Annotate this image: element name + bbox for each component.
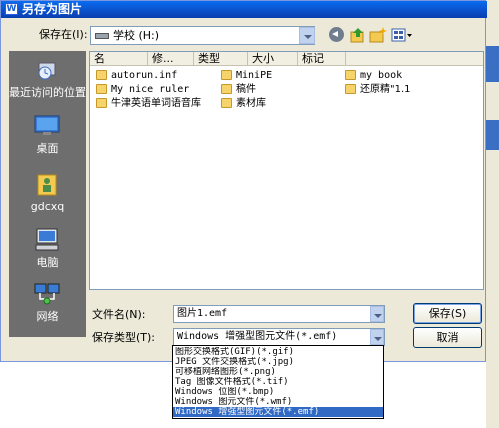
place-label: 桌面 [36,142,59,155]
file-name: autorun.inf [111,70,178,81]
folder-icon [96,70,107,80]
network-icon [34,283,60,305]
location-combo[interactable]: 学校 (H:) [90,26,315,45]
back-icon[interactable] [328,26,346,44]
place-network[interactable]: 网络 [9,277,86,339]
filetype-option[interactable]: Tag 图像文件格式(*.tif) [173,377,383,387]
background-window-bar [486,46,499,82]
chevron-down-icon [374,337,382,341]
filetype-option[interactable]: Windows 位图(*.bmp) [173,387,383,397]
desktop-icon [34,115,60,135]
places-bar: 最近访问的位置 桌面 gdcxq 电脑 网络 [9,51,86,337]
file-name: my book [360,70,403,81]
file-name: 牛津英语单词语音库 [111,98,201,109]
location-value: 学校 (H:) [113,29,160,42]
new-folder-icon[interactable] [369,26,387,44]
filename-value: 图片1.emf [177,308,228,319]
title-bar[interactable]: W 另存为图片 [1,1,487,18]
folder-icon [221,98,232,108]
filetype-option[interactable]: Windows 图元文件(*.wmf) [173,397,383,407]
folder-icon [221,70,232,80]
column-header-tags[interactable]: 标记 [298,52,346,66]
filename-label: 文件名(N): [92,308,146,321]
computer-icon [35,228,59,251]
filetype-option[interactable]: JPEG 文件交换格式(*.jpg) [173,357,383,367]
filetype-option-selected[interactable]: Windows 增强型图元文件(*.emf) [173,407,383,417]
filetype-dropdown-list: 图形交换格式(GIF)(*.gif) JPEG 文件交换格式(*.jpg) 可移… [172,345,384,419]
column-header-modified[interactable]: 修... [148,52,194,66]
cancel-button[interactable]: 取消 [413,327,482,348]
user-folder-icon [37,174,57,196]
column-header-type[interactable]: 类型 [194,52,248,66]
file-list[interactable]: 名 修... 类型 大小 标记 autorun.inf My nice rule… [89,51,484,290]
place-label: gdcxq [30,200,65,213]
filetype-option[interactable]: 可移植网络图形(*.png) [173,367,383,377]
place-label: 最近访问的位置 [9,86,86,99]
file-name: My nice ruler [111,84,190,95]
save-button[interactable]: 保存(S) [413,303,482,324]
place-recent[interactable]: 最近访问的位置 [9,53,86,115]
column-header-name[interactable]: 名 [90,52,148,66]
folder-icon [96,84,107,94]
word-app-icon: W [5,3,18,15]
filetype-label: 保存类型(T): [92,331,156,344]
filetype-dropdown-button[interactable] [370,329,384,345]
place-label: 电脑 [36,256,59,269]
save-as-dialog: W 另存为图片 保存在(I): 学校 (H:) 最近访问的位置 桌面 gdcxq… [0,0,487,362]
filetype-select[interactable]: Windows 增强型图元文件(*.emf) [173,328,385,346]
place-user[interactable]: gdcxq [9,167,86,229]
file-name: 还原精"1.1 [360,84,411,95]
column-header-size[interactable]: 大小 [248,52,298,66]
save-in-label: 保存在(I): [39,28,88,41]
new-folder-glyph [369,27,387,43]
file-name: 素材库 [236,98,266,109]
chevron-down-icon [304,35,312,39]
folder-icon [96,98,107,108]
folder-icon [221,84,232,94]
filename-dropdown-button[interactable] [370,306,384,322]
location-dropdown-button[interactable] [299,27,315,44]
back-arrow-icon [329,27,344,42]
place-desktop[interactable]: 桌面 [9,109,86,171]
views-menu-icon[interactable] [391,26,413,44]
recent-places-icon [38,62,56,80]
list-header: 名 修... 类型 大小 标记 [90,52,483,66]
filetype-option[interactable]: 图形交换格式(GIF)(*.gif) [173,347,383,357]
chevron-down-icon [374,314,382,318]
background-window-bar [486,120,499,150]
file-name: 稿件 [236,84,256,95]
folder-icon [345,84,356,94]
up-folder-icon[interactable] [349,26,367,44]
drive-icon [95,33,109,39]
filetype-value: Windows 增强型图元文件(*.emf) [177,331,338,342]
folder-icon [345,70,356,80]
place-label: 网络 [36,310,59,323]
up-folder-glyph [350,28,364,43]
window-title: 另存为图片 [22,2,83,16]
filename-input[interactable]: 图片1.emf [173,305,385,323]
views-glyph [391,28,412,42]
place-computer[interactable]: 电脑 [9,223,86,285]
file-name: MiniPE [236,70,273,81]
